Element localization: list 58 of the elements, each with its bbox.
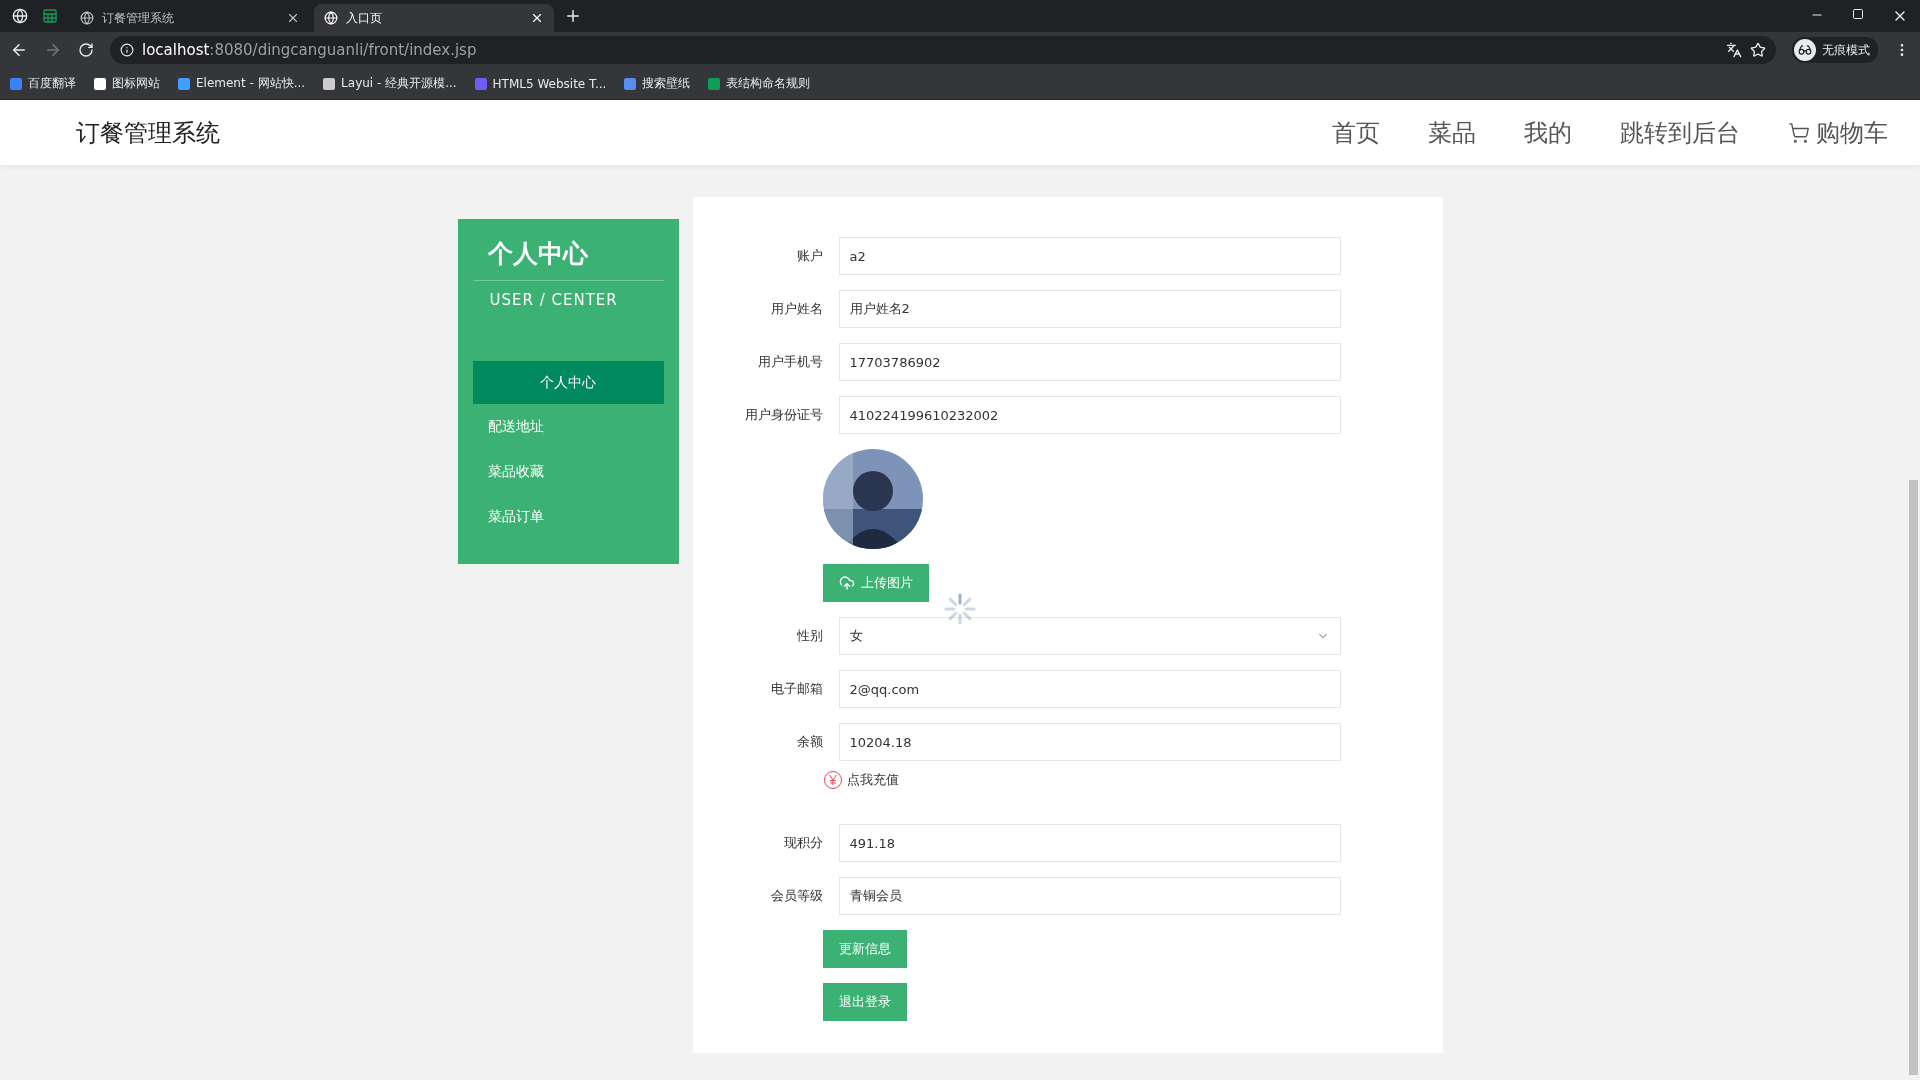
maximize-icon[interactable] bbox=[1852, 8, 1864, 20]
loading-spinner-icon bbox=[942, 592, 977, 626]
info-icon[interactable] bbox=[120, 43, 134, 57]
browser-tab[interactable]: 订餐管理系统 bbox=[70, 4, 310, 32]
glasses-icon bbox=[1798, 43, 1812, 57]
select-field[interactable]: 女 bbox=[838, 617, 1341, 655]
sidebar-title: 个人中心 bbox=[472, 237, 664, 281]
bookmark[interactable]: 图标网站 bbox=[94, 75, 160, 92]
recharge-link[interactable]: 点我充值 bbox=[822, 770, 1443, 790]
sidebar-subtitle: USER / CENTER bbox=[488, 290, 619, 309]
yen-icon bbox=[822, 770, 843, 790]
input-field[interactable]: 10204.18 bbox=[838, 723, 1341, 761]
translate-icon[interactable] bbox=[1726, 42, 1742, 58]
bookmark[interactable]: 百度翻译 bbox=[10, 75, 76, 92]
forward-icon[interactable] bbox=[44, 41, 62, 59]
bookmark[interactable]: Element - 网站快... bbox=[178, 75, 306, 92]
star-icon[interactable] bbox=[1750, 42, 1766, 58]
bookmark[interactable]: HTML5 Website T... bbox=[474, 76, 607, 91]
field-label: 用户手机号 bbox=[756, 353, 824, 371]
field-label: 会员等级 bbox=[769, 887, 824, 905]
input-field[interactable]: 410224199610232002 bbox=[838, 396, 1341, 434]
input-field[interactable]: 17703786902 bbox=[838, 343, 1341, 381]
bookmark[interactable]: 搜索壁纸 bbox=[624, 75, 691, 92]
field-label: 电子邮箱 bbox=[769, 680, 824, 698]
input-field[interactable]: 2@qq.com bbox=[838, 670, 1341, 708]
reload-icon[interactable] bbox=[78, 42, 94, 58]
globe-icon[interactable] bbox=[12, 8, 28, 24]
input-field[interactable]: 用户姓名2 bbox=[838, 290, 1341, 328]
nav-link[interactable]: 菜品 bbox=[1428, 116, 1476, 149]
close-icon[interactable] bbox=[286, 11, 300, 25]
profile-button[interactable]: 无痕模式 bbox=[1792, 37, 1878, 63]
sidebar-item[interactable]: 个人中心 bbox=[472, 361, 664, 404]
globe-icon bbox=[80, 11, 94, 25]
nav-link[interactable]: 跳转到后台 bbox=[1620, 116, 1740, 149]
input-field[interactable]: a2 bbox=[838, 237, 1341, 275]
nav-link[interactable]: 首页 bbox=[1332, 116, 1380, 149]
nav-link[interactable]: 我的 bbox=[1524, 116, 1572, 149]
bookmark[interactable]: Layui - 经典开源模... bbox=[323, 75, 457, 92]
back-icon[interactable] bbox=[10, 41, 28, 59]
bookmark[interactable]: 表结构命名规则 bbox=[708, 75, 811, 92]
input-field[interactable]: 青铜会员 bbox=[838, 877, 1341, 915]
address-field[interactable]: localhost:8080/dingcanguanli/front/index.jsp bbox=[110, 36, 1776, 64]
sheet-icon[interactable] bbox=[42, 8, 58, 24]
nav-link[interactable]: 购物车 bbox=[1788, 116, 1888, 149]
site-title: 订餐管理系统 bbox=[76, 117, 220, 149]
input-field[interactable]: 491.18 bbox=[838, 824, 1341, 862]
field-label: 用户姓名 bbox=[769, 300, 824, 318]
browser-tab[interactable]: 入口页 bbox=[314, 4, 554, 32]
cart-icon bbox=[1788, 121, 1810, 144]
globe-icon bbox=[324, 11, 338, 25]
field-label: 用户身份证号 bbox=[743, 406, 824, 424]
new-tab-icon[interactable] bbox=[564, 7, 582, 25]
cloud-upload-icon bbox=[838, 575, 855, 591]
close-icon[interactable] bbox=[530, 11, 544, 25]
field-label: 余额 bbox=[795, 733, 824, 751]
field-label: 现积分 bbox=[782, 834, 824, 852]
field-label: 账户 bbox=[795, 247, 824, 265]
field-label: 性别 bbox=[795, 627, 824, 645]
